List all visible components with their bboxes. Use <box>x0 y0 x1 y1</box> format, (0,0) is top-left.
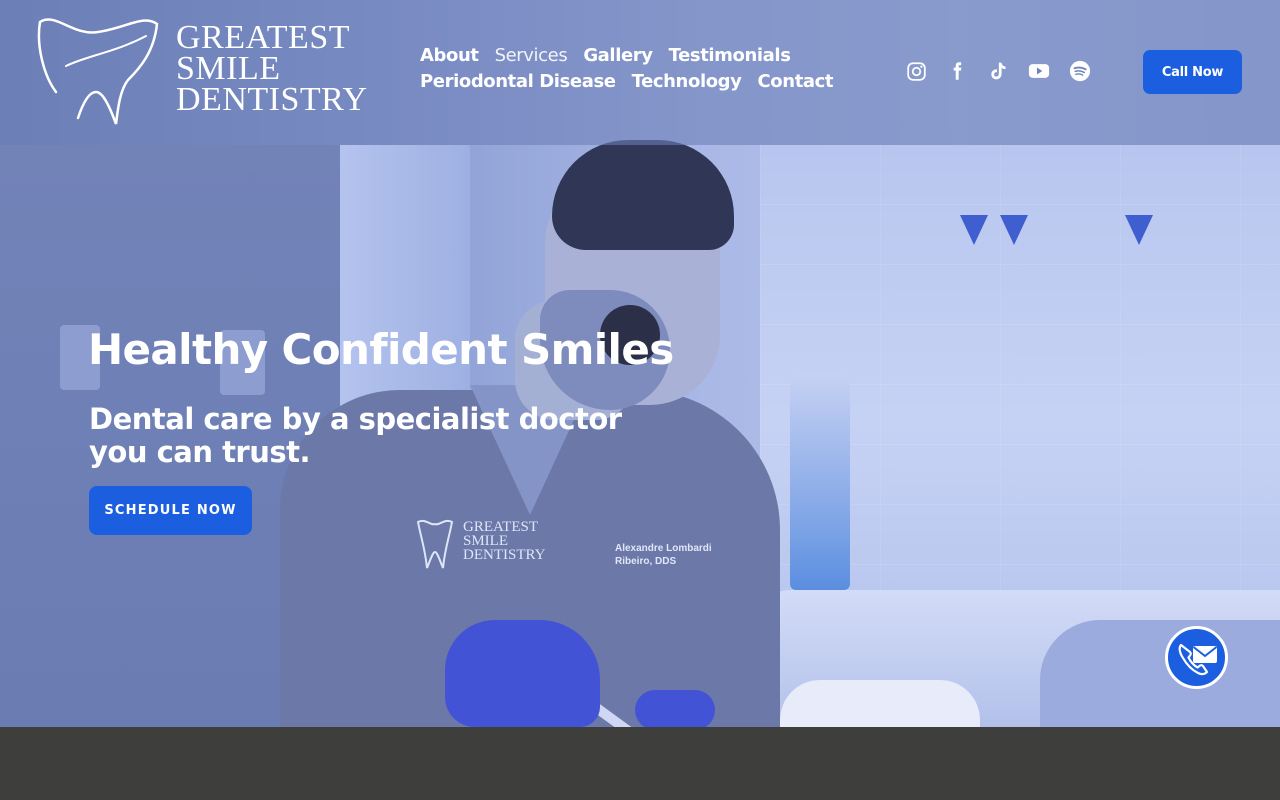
brand-line: SMILE <box>176 50 281 87</box>
scrubs-name-line: Alexandre Lombardi <box>615 543 712 554</box>
instagram-icon[interactable] <box>905 60 927 82</box>
nav-gallery[interactable]: Gallery <box>583 44 653 67</box>
dentist-glove <box>445 620 600 727</box>
background-bottle <box>790 375 850 590</box>
background-pennant <box>1000 215 1028 245</box>
brand-logo[interactable]: GREATEST SMILE DENTISTRY <box>36 16 376 128</box>
scrubs-logo-line: SMILE <box>463 533 508 549</box>
site-header: GREATEST SMILE DENTISTRY About Services … <box>0 0 1280 145</box>
hero-subtitle-line: Dental care by a specialist doctor <box>89 402 622 436</box>
hero-title: Healthy Confident Smiles <box>88 325 674 374</box>
brand-line: DENTISTRY <box>176 81 368 118</box>
nav-about[interactable]: About <box>420 44 479 67</box>
brand-wordmark: GREATEST SMILE DENTISTRY <box>176 19 368 118</box>
nav-testimonials[interactable]: Testimonials <box>669 44 791 67</box>
background-pennant <box>960 215 988 245</box>
dentist-glove <box>635 690 715 727</box>
scrubs-logo-line: DENTISTRY <box>463 547 546 563</box>
phone-envelope-icon <box>1178 643 1217 675</box>
tiktok-icon[interactable] <box>987 60 1009 82</box>
scrubs-name-tag: Alexandre Lombardi Ribeiro, DDS <box>615 542 712 568</box>
brand-line: GREATEST <box>176 19 350 56</box>
nav-services[interactable]: Services <box>495 44 568 67</box>
main-nav: About Services Gallery Testimonials Peri… <box>420 44 834 93</box>
nav-row: About Services Gallery Testimonials <box>420 44 800 67</box>
hero-subtitle-line: you can trust. <box>89 435 311 469</box>
tooth-icon <box>416 519 454 569</box>
facebook-icon[interactable] <box>946 60 968 82</box>
background-counter-front <box>1040 620 1280 727</box>
scrubs-name-line: Ribeiro, DDS <box>615 556 677 567</box>
social-links <box>905 60 1091 82</box>
background-pennant <box>1125 215 1153 245</box>
dentist-hair <box>552 140 734 250</box>
tooth-logo-icon <box>37 18 159 125</box>
nav-row: Periodontal Disease Technology Contact <box>420 70 834 93</box>
nav-contact[interactable]: Contact <box>758 70 834 93</box>
call-now-button[interactable]: Call Now <box>1143 50 1242 94</box>
scrubs-logo-line: GREATEST <box>463 519 538 535</box>
schedule-now-button[interactable]: SCHEDULE NOW <box>89 486 252 535</box>
hero-subtitle: Dental care by a specialist doctor you c… <box>89 403 649 469</box>
patient-figure <box>780 680 980 727</box>
nav-periodontal-disease[interactable]: Periodontal Disease <box>420 70 616 93</box>
footer-band <box>0 727 1280 800</box>
contact-widget-button[interactable] <box>1165 626 1228 689</box>
youtube-icon[interactable] <box>1028 60 1050 82</box>
spotify-icon[interactable] <box>1069 60 1091 82</box>
nav-technology[interactable]: Technology <box>632 70 742 93</box>
